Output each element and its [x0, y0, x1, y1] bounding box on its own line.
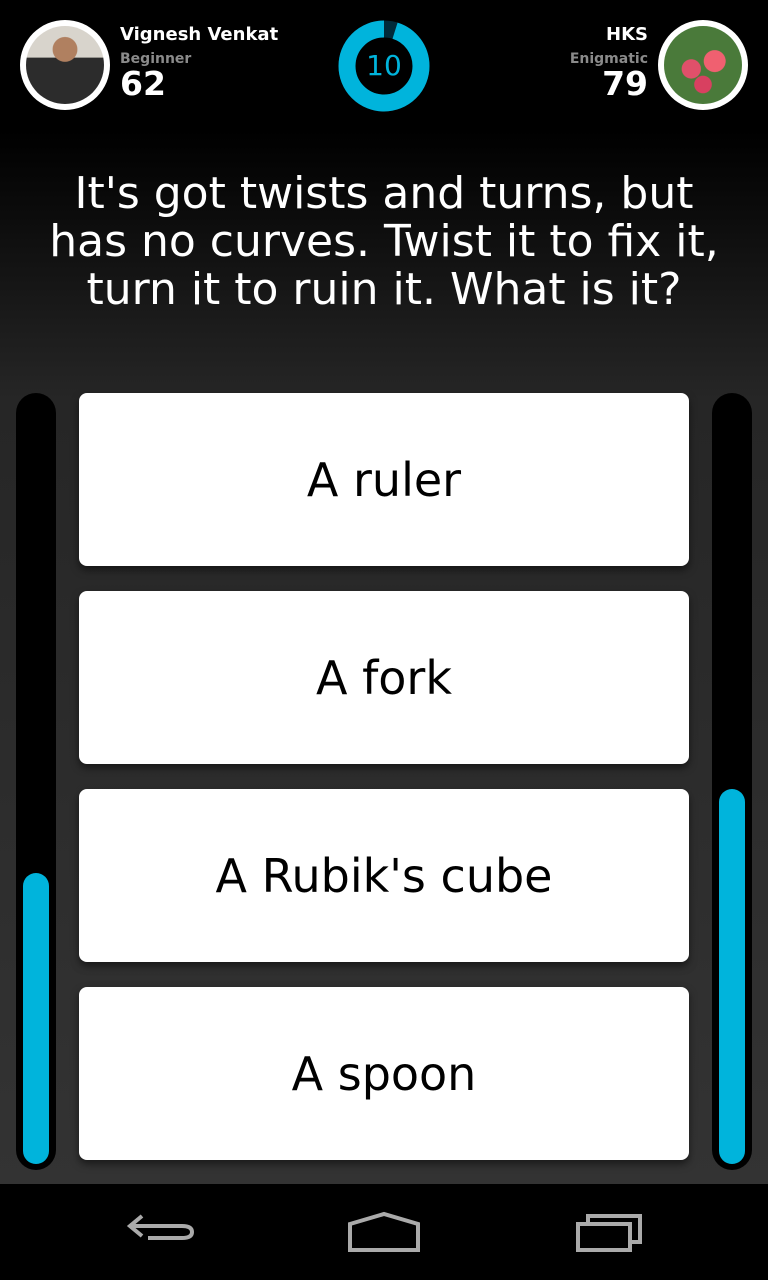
answer-button-1[interactable]: A ruler [79, 393, 689, 566]
answer-button-2[interactable]: A fork [79, 591, 689, 764]
player2-score-fill [719, 789, 745, 1164]
recent-apps-icon[interactable] [574, 1206, 646, 1256]
game-screen: Vignesh Venkat Beginner 62 10 HKS Enigma… [0, 0, 768, 1184]
player1-avatar [20, 20, 110, 110]
navigation-bar [0, 1184, 768, 1280]
player1-name: Vignesh Venkat [120, 24, 279, 45]
answer-button-4[interactable]: A spoon [79, 987, 689, 1160]
back-icon[interactable] [124, 1206, 196, 1256]
question-text: It's got twists and turns, but has no cu… [49, 168, 719, 315]
player2-score: 79 [602, 64, 648, 103]
timer-value: 10 [366, 49, 402, 82]
player1-score-fill [23, 873, 49, 1164]
player1-score-bar [16, 393, 56, 1170]
player2-score-bar [712, 393, 752, 1170]
player2-name: HKS [606, 24, 648, 45]
player2-avatar [658, 20, 748, 110]
player1-score: 62 [120, 64, 166, 103]
home-icon[interactable] [346, 1206, 422, 1256]
answer-button-3[interactable]: A Rubik's cube [79, 789, 689, 962]
